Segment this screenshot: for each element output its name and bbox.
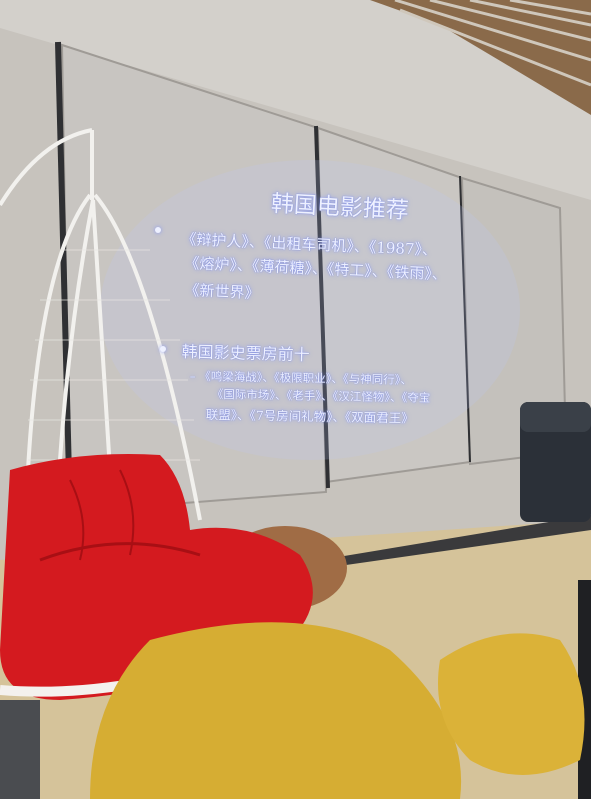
sofa: [520, 402, 591, 522]
bullet-dot: [160, 346, 166, 352]
slide-bullet-1-line-3: 《新世界》: [184, 280, 260, 303]
photo-scene: 韩国电影推荐 《辩护人》、《出租车司机》、《1987》、 《熔炉》、《薄荷糖》、…: [0, 0, 591, 799]
chair-base: [0, 700, 40, 799]
bullet-dot: [155, 227, 161, 233]
slide-subbullet-line-3: 联盟》、《7号房间礼物》、《双面君王》: [205, 406, 414, 426]
slide-title: 韩国电影推荐: [270, 190, 410, 225]
slide-bullet-2: 韩国影史票房前十: [181, 341, 310, 365]
